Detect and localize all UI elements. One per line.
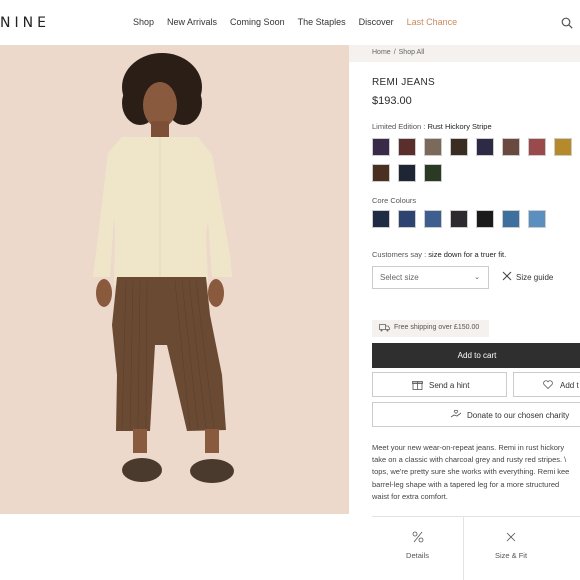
core-swatch-3[interactable] <box>424 210 442 228</box>
product-price: $193.00 <box>372 95 412 107</box>
gift-icon <box>412 381 423 390</box>
limited-swatch-11[interactable] <box>398 164 416 182</box>
main-nav: Shop New Arrivals Coming Soon The Staple… <box>133 17 470 27</box>
limited-swatch-12[interactable] <box>424 164 442 182</box>
tab-size-fit[interactable]: Size & Fit <box>465 517 557 580</box>
limited-swatch-8[interactable] <box>554 138 572 156</box>
limited-swatch-5[interactable] <box>476 138 494 156</box>
donate-button[interactable]: Donate to our chosen charity <box>372 402 580 427</box>
chevron-down-icon: ⌄ <box>474 274 480 281</box>
breadcrumb-current[interactable]: Shop All <box>399 49 425 56</box>
customers-say-value: size down for a truer fit. <box>428 250 507 259</box>
brand-logo[interactable]: NINE <box>0 15 50 31</box>
shipping-banner: Free shipping over £150.00 <box>372 320 489 337</box>
limited-swatch-3[interactable] <box>424 138 442 156</box>
limited-swatch-10[interactable] <box>372 164 390 182</box>
product-description: Meet your new wear-on-repeat jeans. Remi… <box>372 443 570 501</box>
limited-edition-label: Limited Edition : Rust Hickory Stripe <box>372 122 492 131</box>
tab-details[interactable]: Details <box>372 517 464 580</box>
nav-item-coming-soon[interactable]: Coming Soon <box>230 17 285 27</box>
product-image[interactable] <box>0 45 349 514</box>
limited-swatch-6[interactable] <box>502 138 520 156</box>
breadcrumb-home[interactable]: Home <box>372 49 391 56</box>
size-guide-link[interactable]: Size guide <box>502 271 553 282</box>
charity-hands-icon <box>450 409 462 418</box>
model-photo <box>93 53 234 483</box>
breadcrumb: Home / Shop All <box>349 45 580 62</box>
limited-swatch-1[interactable] <box>372 138 390 156</box>
limited-swatch-2[interactable] <box>398 138 416 156</box>
limited-edition-value: Rust Hickory Stripe <box>427 122 492 131</box>
send-hint-button[interactable]: Send a hint <box>372 372 507 397</box>
site-header: NINE Shop New Arrivals Coming Soon The S… <box>0 0 580 45</box>
limited-swatch-4[interactable] <box>450 138 468 156</box>
product-title: REMI JEANS <box>372 77 436 88</box>
nav-item-last-chance[interactable]: Last Chance <box>407 17 458 27</box>
nav-item-shop[interactable]: Shop <box>133 17 154 27</box>
search-icon[interactable] <box>561 17 573 29</box>
core-swatch-7[interactable] <box>528 210 546 228</box>
core-colours-label: Core Colours <box>372 196 417 205</box>
core-swatch-2[interactable] <box>398 210 416 228</box>
details-icon <box>412 531 423 543</box>
add-to-wishlist-button[interactable]: Add t <box>513 372 580 397</box>
nav-item-the-staples[interactable]: The Staples <box>298 17 346 27</box>
ruler-icon <box>502 271 512 281</box>
nav-item-new-arrivals[interactable]: New Arrivals <box>167 17 217 27</box>
customers-say: Customers say : size down for a truer fi… <box>372 250 507 259</box>
core-swatch-1[interactable] <box>372 210 390 228</box>
heart-icon <box>543 380 553 389</box>
nav-item-discover[interactable]: Discover <box>359 17 394 27</box>
core-swatch-4[interactable] <box>450 210 468 228</box>
limited-swatch-7[interactable] <box>528 138 546 156</box>
breadcrumb-separator: / <box>393 49 396 56</box>
size-select[interactable]: Select size ⌄ <box>372 266 489 289</box>
core-swatch-5[interactable] <box>476 210 494 228</box>
size-fit-icon <box>506 532 516 542</box>
core-swatch-6[interactable] <box>502 210 520 228</box>
product-panel: Home / Shop All REMI JEANS $193.00 Limited… <box>349 45 580 580</box>
add-to-cart-button[interactable]: Add to cart <box>372 343 580 368</box>
truck-icon <box>379 324 390 332</box>
size-select-placeholder: Select size <box>380 273 419 282</box>
